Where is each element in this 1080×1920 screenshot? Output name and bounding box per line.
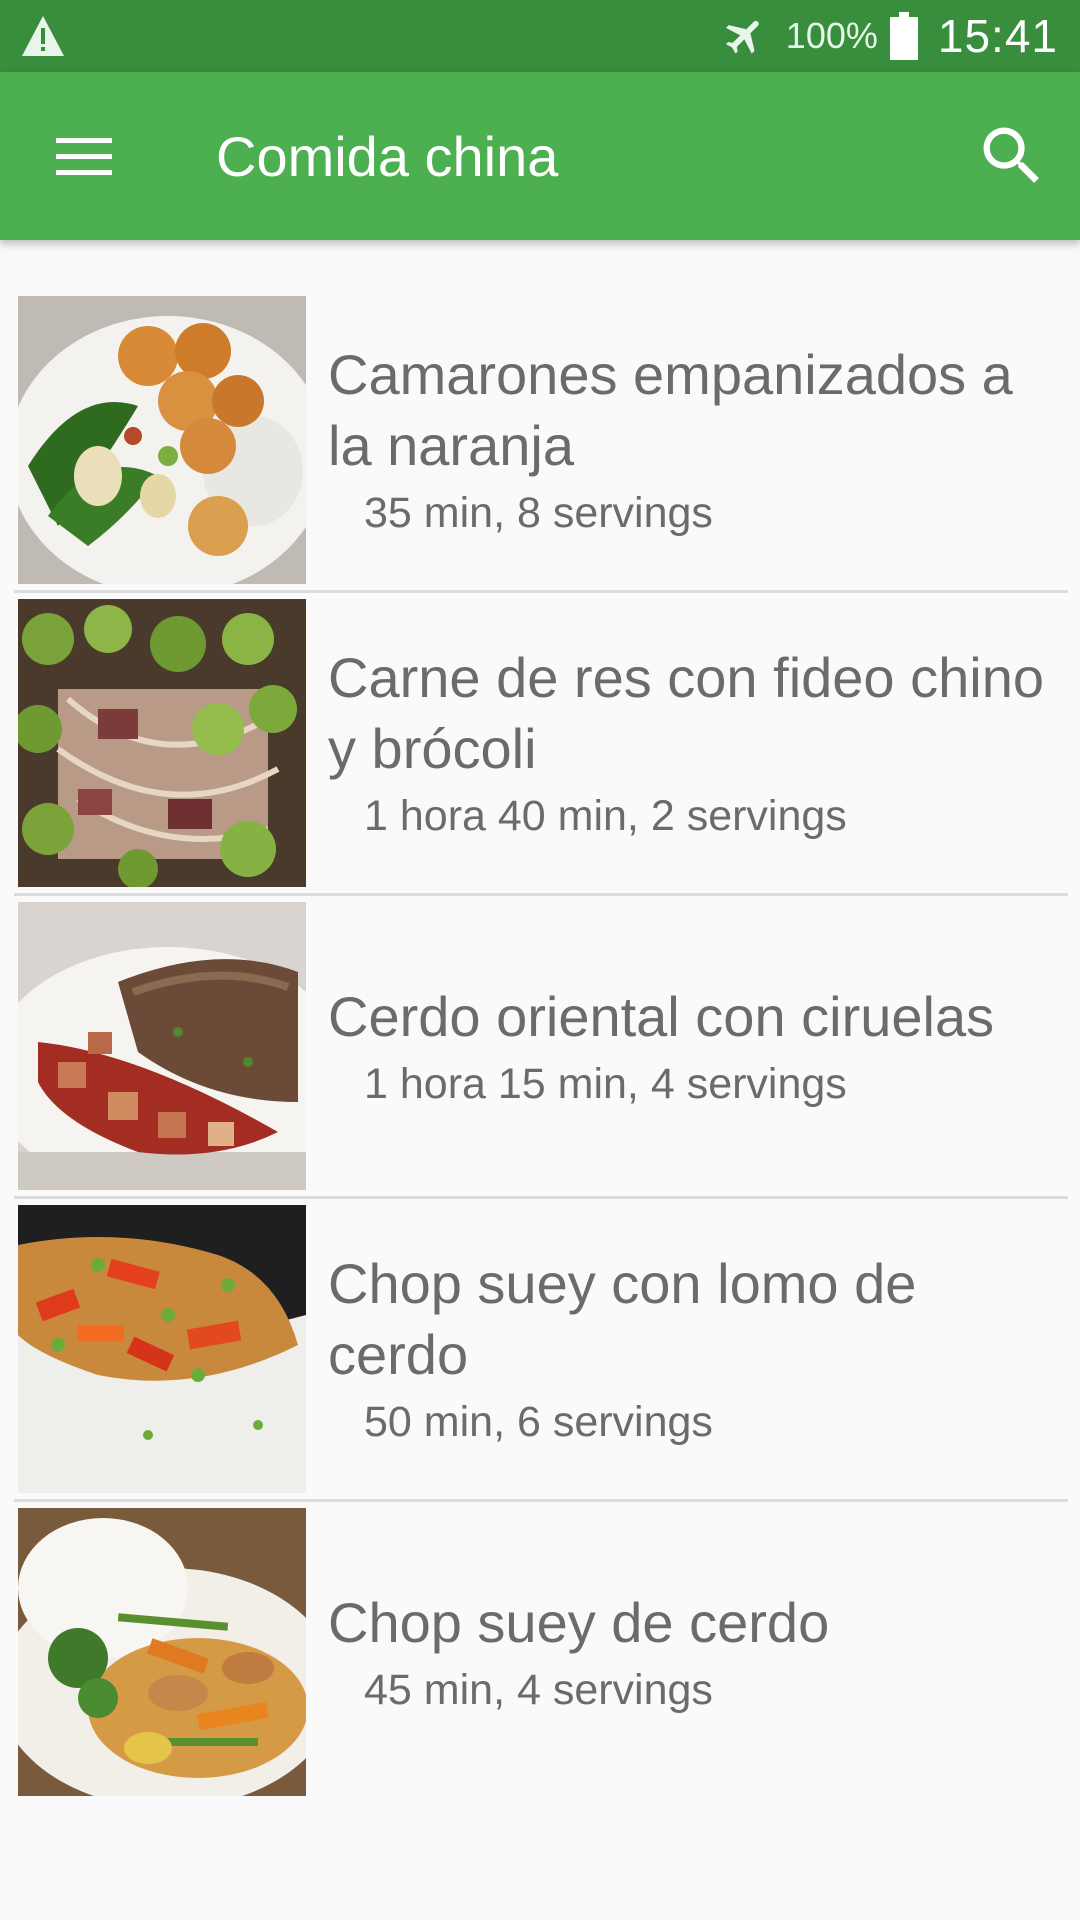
- status-bar: 100% 15:41: [0, 0, 1080, 72]
- warning-icon: [22, 16, 64, 56]
- clock: 15:41: [937, 10, 1058, 62]
- battery-icon: [889, 12, 918, 60]
- recipe-photo-beef-noodles-broccoli: [18, 599, 306, 887]
- search-icon: [983, 127, 1039, 183]
- recipe-title: Cerdo oriental con ciruelas: [328, 984, 995, 1048]
- recipe-item[interactable]: Chop suey de cerdo 45 min, 4 servings: [14, 1502, 1068, 1805]
- recipe-meta: 50 min, 6 servings: [364, 1398, 713, 1446]
- recipe-photo-pork-plums: [18, 902, 306, 1190]
- recipe-meta: 1 hora 15 min, 4 servings: [364, 1059, 847, 1108]
- recipe-photo-chop-suey-pork-loin: [18, 1205, 306, 1493]
- recipe-meta: 1 hora 40 min, 2 servings: [364, 792, 847, 840]
- recipe-item[interactable]: Cerdo oriental con ciruelas 1 hora 15 mi…: [14, 896, 1068, 1199]
- menu-button[interactable]: [40, 116, 130, 196]
- recipe-list: Camarones empanizados a la naranja 35 mi…: [0, 290, 1080, 1805]
- recipe-item[interactable]: Carne de res con fideo chino y brócoli 1…: [14, 593, 1068, 896]
- app-bar: Comida china: [0, 72, 1080, 240]
- search-button[interactable]: [974, 118, 1050, 194]
- recipe-title: Camarones empanizados a la naranja: [328, 343, 1013, 477]
- page-title: Comida china: [216, 125, 559, 188]
- recipe-item[interactable]: Camarones empanizados a la naranja 35 mi…: [14, 290, 1068, 593]
- recipe-title: Chop suey de cerdo: [328, 1590, 830, 1654]
- recipe-title: Carne de res con fideo chino y brócoli: [328, 646, 1044, 780]
- recipe-photo-shrimp-orange: [18, 296, 306, 584]
- battery-percentage: 100%: [785, 15, 878, 56]
- recipe-photo-chop-suey-pork: [18, 1508, 306, 1796]
- recipe-item[interactable]: Chop suey con lomo de cerdo 50 min, 6 se…: [14, 1199, 1068, 1502]
- recipe-meta: 45 min, 4 servings: [364, 1665, 713, 1714]
- airplane-mode-icon: [725, 20, 759, 54]
- menu-icon: [56, 138, 112, 175]
- recipe-title: Chop suey con lomo de cerdo: [328, 1252, 917, 1386]
- recipe-meta: 35 min, 8 servings: [364, 489, 713, 537]
